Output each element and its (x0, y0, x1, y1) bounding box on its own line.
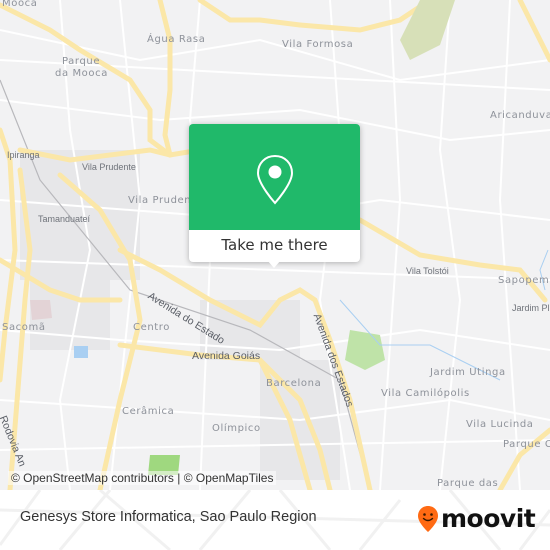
map-label-tamanduatei: Tamanduateí (38, 214, 91, 224)
footer-bar: Genesys Store Informatica, Sao Paulo Reg… (0, 490, 550, 550)
map-label-parque: Parque (62, 56, 101, 67)
map-label-vila-camilopolis: Vila Camilópolis (381, 388, 470, 399)
map-label-vila-formosa: Vila Formosa (282, 39, 354, 50)
popup-header[interactable] (189, 124, 360, 230)
map-attribution[interactable]: © OpenStreetMap contributors | © OpenMap… (8, 471, 277, 485)
moovit-pin-icon (418, 506, 438, 532)
page-root: Água Rasa Vila Formosa Parque da Mooca M… (0, 0, 550, 550)
moovit-logo[interactable]: moovit (417, 504, 536, 534)
map-label-jardim-utinga: Jardim Utinga (430, 367, 506, 378)
popup-pointer (267, 260, 281, 268)
map-label-jardim-pl: Jardim Pl (512, 303, 550, 313)
location-pin-icon (256, 154, 294, 205)
map-label-da-mooca: da Mooca (55, 68, 108, 79)
map-label-parque-das: Parque das (437, 478, 499, 489)
take-me-there-button[interactable]: Take me there (189, 230, 360, 262)
map-label-ipiranga: Ipiranga (7, 150, 40, 160)
place-title: Genesys Store Informatica, Sao Paulo Reg… (20, 509, 317, 525)
map-label-sacoma: Sacomã (2, 322, 46, 333)
map-label-barcelona: Barcelona (266, 378, 322, 389)
map-label-vila-prudente: Vila Prudente (82, 162, 136, 172)
moovit-wordmark: moovit (441, 504, 536, 533)
map-label-aricanduva: Aricanduva (490, 110, 550, 121)
map-view[interactable]: Água Rasa Vila Formosa Parque da Mooca M… (0, 0, 550, 490)
map-label-parque-c: Parque C (503, 439, 550, 450)
map-label-centro: Centro (133, 322, 171, 333)
map-label-olimpico: Olímpico (212, 423, 261, 434)
map-label-ceramica: Cerâmica (122, 406, 175, 417)
road-label-avenida-goias: Avenida Goiás (192, 350, 261, 362)
map-label-agua-rasa: Água Rasa (147, 34, 206, 45)
map-label-vila-lucinda: Vila Lucinda (466, 419, 534, 430)
destination-popup: Take me there (189, 124, 360, 268)
map-label-mooca: Mooca (2, 0, 38, 9)
map-label-sapopemba: Sapopemba (498, 275, 550, 286)
map-label-vila-tolstoi: Vila Tolstói (406, 266, 449, 276)
